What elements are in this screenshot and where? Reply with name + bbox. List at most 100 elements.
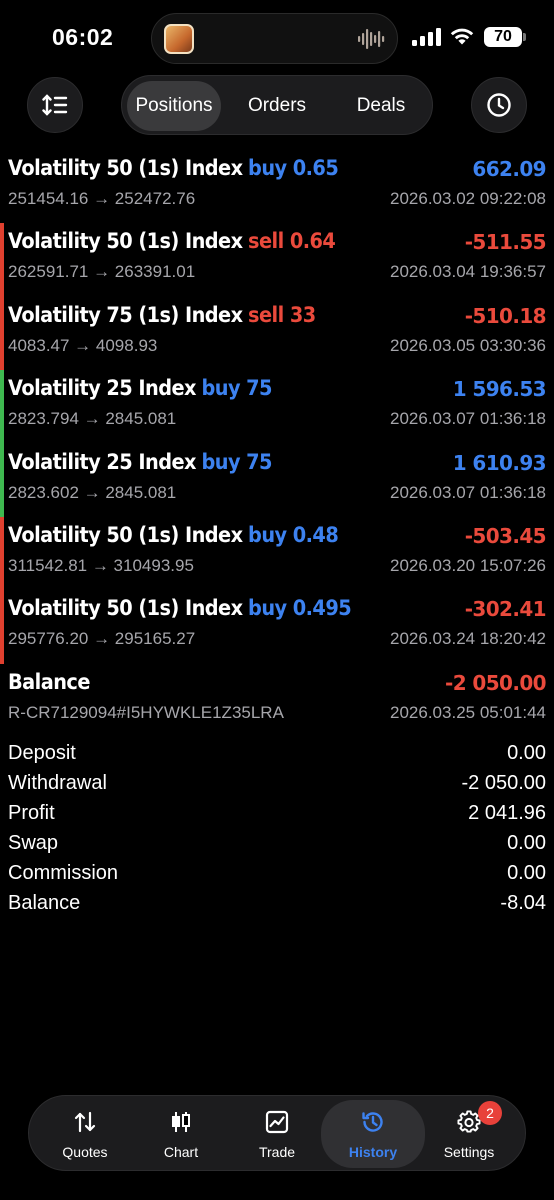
deal-direction-volume: buy 75 [201, 376, 272, 401]
summary-row: Deposit 0.00 [0, 740, 554, 770]
deal-row[interactable]: Volatility 50 (1s) Index buy 0.48 311542.8… [0, 516, 554, 591]
tab-orders[interactable]: Orders [226, 81, 328, 131]
summary-row: Swap 0.00 [0, 830, 554, 860]
tab-quotes[interactable]: Quotes [35, 1096, 135, 1172]
deal-symbol: Volatility 50 (1s) Index [8, 156, 243, 180]
summary-row: Profit 2 041.96 [0, 800, 554, 830]
battery-indicator: 70 [484, 27, 522, 47]
deal-symbol: Volatility 50 (1s) Index [8, 229, 243, 254]
deal-result-bar [0, 443, 4, 517]
sort-button[interactable] [27, 77, 83, 133]
now-playing-app-icon [164, 24, 194, 54]
summary-value: 0.00 [507, 742, 546, 764]
deal-direction-volume: buy 0.65 [248, 156, 339, 180]
deal-profit: 1 596.53 [452, 377, 547, 402]
status-time: 06:02 [52, 24, 114, 50]
tab-chart[interactable]: Chart [131, 1096, 231, 1172]
deal-profit: -302.41 [464, 597, 547, 622]
summary-value: 0.00 [507, 862, 546, 884]
wifi-icon [450, 28, 474, 45]
deal-result-bar [0, 296, 4, 371]
tab-label: History [348, 1144, 398, 1160]
deal-title: Volatility 25 Index buy 75 [8, 376, 273, 401]
bottom-tab-bar: Quotes Chart Trade History Settings [28, 1095, 526, 1171]
battery-cap [523, 33, 526, 41]
tab-history[interactable]: History [321, 1100, 425, 1168]
chart-icon [172, 1112, 190, 1132]
tab-label: Trade [258, 1144, 296, 1160]
deal-direction-volume: buy 0.48 [248, 522, 339, 547]
deal-prices: 251454.16 → 252472.76 [8, 189, 196, 208]
summary-value: -2 050.00 [461, 772, 546, 794]
history-segmented-control: Positions Orders Deals [121, 75, 433, 135]
deal-prices: 4083.47 → 4098.93 [8, 335, 158, 355]
deal-result-bar [0, 516, 4, 591]
deal-prices: 262591.71 → 263391.01 [8, 262, 196, 282]
summary-label: Profit [8, 802, 55, 824]
summary-row: Withdrawal -2 050.00 [0, 770, 554, 800]
deal-time: 2026.03.07 01:36:18 [390, 482, 546, 502]
summary-value: -8.04 [500, 892, 546, 914]
tab-label: Chart [163, 1144, 199, 1160]
deal-profit: -510.18 [464, 303, 547, 328]
deal-symbol: Volatility 25 Index [8, 376, 197, 401]
deal-title: Volatility 50 (1s) Index buy 0.495 [8, 596, 352, 621]
deal-symbol: Volatility 75 (1s) Index [8, 302, 243, 327]
audio-waveform-icon [358, 29, 385, 49]
summary-label: Swap [8, 832, 59, 854]
tab-trade[interactable]: Trade [227, 1096, 327, 1172]
deal-row[interactable]: Volatility 50 (1s) Index sell 0.64 262591.… [0, 223, 554, 297]
deal-profit: -503.45 [464, 523, 547, 548]
summary-label: Balance [8, 892, 81, 914]
history-icon [362, 1112, 383, 1132]
tab-positions[interactable]: Positions [127, 81, 221, 131]
deal-profit: 662.09 [472, 157, 546, 181]
summary-row: Commission 0.00 [0, 860, 554, 890]
deal-profit: -2 050.00 [445, 670, 547, 695]
deal-direction-volume: buy 0.495 [248, 596, 352, 621]
deal-row[interactable]: Volatility 50 (1s) Index buy 0.495 295776.… [0, 590, 554, 664]
deal-direction-volume: buy 75 [201, 449, 272, 474]
deal-direction-volume: sell 33 [248, 302, 316, 327]
summary-value: 2 041.96 [468, 802, 546, 824]
summary-label: Deposit [8, 742, 76, 764]
deal-prices: 311542.81 → 310493.95 [8, 555, 194, 575]
deal-title: Volatility 25 Index buy 75 [8, 449, 273, 474]
deal-time: 2026.03.07 01:36:18 [390, 409, 546, 429]
quotes-icon [74, 1111, 96, 1133]
tab-settings[interactable]: Settings [419, 1096, 519, 1172]
tab-label: Settings [443, 1144, 495, 1160]
deal-prices: R-CR7129094#I5HYWKLE1Z35LRA [8, 702, 284, 722]
deal-title: Volatility 75 (1s) Index sell 33 [8, 303, 316, 327]
sort-icon [42, 94, 68, 116]
deal-time: 2026.03.20 15:07:26 [390, 555, 546, 575]
cellular-signal-icon [412, 28, 441, 46]
deal-row[interactable]: Volatility 25 Index buy 75 2823.602 → 2845… [0, 443, 554, 517]
deal-result-bar [0, 370, 4, 444]
summary-value: 0.00 [507, 832, 546, 854]
deal-symbol: Balance [8, 669, 90, 694]
status-bar: 06:02 70 [0, 0, 554, 72]
tab-label: Quotes [62, 1144, 108, 1160]
deal-row[interactable]: Volatility 25 Index buy 75 2823.794 → 2845… [0, 370, 554, 444]
deal-time: 2026.03.05 03:30:36 [390, 335, 546, 355]
deal-title: Volatility 50 (1s) Index sell 0.64 [8, 229, 336, 254]
deal-row[interactable]: Balance R-CR7129094#I5HYWKLE1Z35LRA -2 050… [0, 664, 554, 737]
history-summary: Deposit 0.00 Withdrawal -2 050.00 Profit 2 04… [0, 740, 554, 920]
deal-time: 2026.03.25 05:01:44 [390, 702, 546, 722]
dynamic-island[interactable] [151, 13, 398, 64]
deal-row[interactable]: Volatility 75 (1s) Index sell 33 4083.47 →… [0, 296, 554, 371]
deal-result-bar [0, 223, 4, 297]
period-button[interactable] [471, 77, 527, 133]
deal-row[interactable]: Volatility 50 (1s) Index buy 0.65 251454.1… [0, 150, 554, 223]
deal-symbol: Volatility 25 Index [8, 449, 197, 474]
deal-prices: 2823.602 → 2845.081 [8, 482, 177, 502]
deal-list: Volatility 50 (1s) Index buy 0.65 251454.1… [0, 150, 554, 737]
deal-symbol: Volatility 50 (1s) Index [8, 522, 243, 547]
deal-title: Volatility 50 (1s) Index buy 0.65 [8, 156, 339, 180]
summary-label: Withdrawal [8, 772, 107, 794]
tab-deals[interactable]: Deals [332, 81, 430, 131]
summary-label: Commission [8, 862, 119, 884]
deal-time: 2026.03.04 19:36:57 [390, 262, 546, 282]
deal-prices: 2823.794 → 2845.081 [8, 409, 177, 429]
